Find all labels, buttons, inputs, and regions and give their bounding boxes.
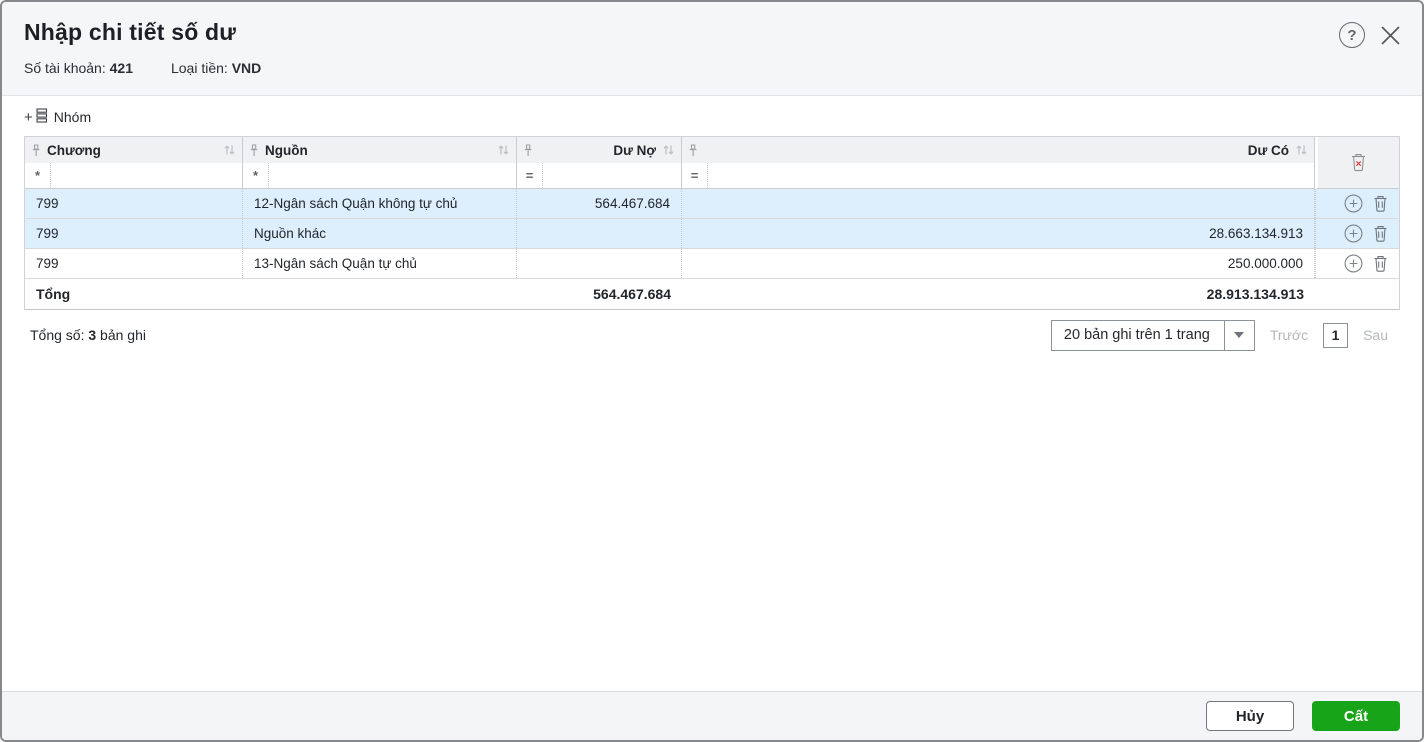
cell-du-no[interactable]: 564.467.684 (517, 189, 682, 218)
save-button[interactable]: Cất (1312, 701, 1400, 731)
filter-cell-chuong: * (25, 163, 243, 188)
dialog-title: Nhập chi tiết số dư (24, 19, 237, 45)
sort-icon[interactable] (497, 144, 510, 156)
cell-nguon[interactable]: 13-Ngân sách Quận tự chủ (243, 249, 517, 278)
cell-du-co[interactable] (682, 189, 1315, 218)
cell-nguon[interactable]: Nguồn khác (243, 219, 517, 248)
column-header-du-co[interactable]: Dư Có (682, 137, 1315, 163)
totals-label: Tổng (36, 286, 71, 302)
group-button-label: Nhóm (53, 109, 92, 125)
cancel-button[interactable]: Hủy (1206, 701, 1294, 731)
cell-du-no[interactable] (517, 219, 682, 248)
filter-input-du-co[interactable] (708, 163, 1314, 188)
page-size-select[interactable]: 20 bản ghi trên 1 trang (1050, 319, 1255, 351)
delete-row-icon[interactable] (1373, 195, 1388, 212)
next-page-button[interactable]: Sau (1363, 327, 1388, 343)
delete-row-icon[interactable] (1373, 255, 1388, 272)
totals-row: Tổng 564.467.684 28.913.134.913 (25, 279, 1399, 310)
sort-icon[interactable] (662, 144, 675, 156)
add-row-icon[interactable] (1344, 254, 1363, 273)
filter-operator[interactable]: = (682, 163, 708, 188)
current-page-input[interactable]: 1 (1323, 322, 1349, 348)
table-row[interactable]: 799 12-Ngân sách Quận không tự chủ 564.4… (25, 189, 1399, 219)
group-button[interactable]: + Nhóm (24, 108, 91, 126)
cell-du-co[interactable]: 28.663.134.913 (682, 219, 1315, 248)
clear-filters-icon[interactable]: × (1315, 137, 1399, 189)
totals-du-co: 28.913.134.913 (1206, 286, 1304, 302)
help-icon[interactable]: ? (1339, 22, 1365, 48)
currency-type: Loại tiền: VND (170, 60, 262, 76)
dialog-header: Nhập chi tiết số dư ? Số tài khoản: 421 … (2, 2, 1422, 96)
column-header-chuong[interactable]: Chương (25, 137, 243, 163)
pin-icon[interactable] (31, 143, 41, 157)
close-icon[interactable] (1379, 24, 1402, 47)
sort-icon[interactable] (1295, 144, 1308, 156)
filter-input-du-no[interactable] (543, 163, 681, 188)
dropdown-arrow-icon[interactable] (1223, 320, 1254, 350)
table-row[interactable]: 799 Nguồn khác 28.663.134.913 (25, 219, 1399, 249)
account-number: Số tài khoản: 421 (24, 60, 133, 76)
pin-icon[interactable] (523, 143, 533, 157)
cell-chuong[interactable]: 799 (25, 219, 243, 248)
cell-du-co[interactable]: 250.000.000 (682, 249, 1315, 278)
sort-icon[interactable] (223, 144, 236, 156)
pin-icon[interactable] (688, 143, 698, 157)
dialog-body: + Nhóm Chương Nguồn Dư Nợ Dư Có * * = = … (2, 96, 1422, 691)
delete-row-icon[interactable] (1373, 225, 1388, 242)
add-row-icon[interactable] (1344, 224, 1363, 243)
pin-icon[interactable] (249, 143, 259, 157)
pagination-bar: Tổng số: 3 bản ghi 20 bản ghi trên 1 tra… (24, 318, 1400, 352)
prev-page-button[interactable]: Trước (1270, 327, 1308, 343)
record-count: Tổng số: 3 bản ghi (30, 327, 146, 343)
cell-chuong[interactable]: 799 (25, 189, 243, 218)
cell-du-no[interactable] (517, 249, 682, 278)
add-row-icon[interactable] (1344, 194, 1363, 213)
cell-nguon[interactable]: 12-Ngân sách Quận không tự chủ (243, 189, 517, 218)
column-header-du-no[interactable]: Dư Nợ (517, 137, 682, 163)
group-icon (36, 108, 48, 126)
svg-text:×: × (1356, 158, 1362, 170)
filter-operator[interactable]: * (243, 163, 269, 188)
cell-chuong[interactable]: 799 (25, 249, 243, 278)
totals-du-no: 564.467.684 (593, 286, 671, 302)
table-row[interactable]: 799 13-Ngân sách Quận tự chủ 250.000.000 (25, 249, 1399, 279)
filter-cell-du-no: = (517, 163, 682, 188)
balance-detail-dialog: Nhập chi tiết số dư ? Số tài khoản: 421 … (0, 0, 1424, 742)
filter-input-nguon[interactable] (269, 163, 516, 188)
column-header-nguon[interactable]: Nguồn (243, 137, 517, 163)
balance-table: Chương Nguồn Dư Nợ Dư Có * * = = × 799 1… (24, 136, 1400, 310)
filter-operator[interactable]: * (25, 163, 51, 188)
filter-cell-du-co: = (682, 163, 1315, 188)
dialog-footer: Hủy Cất (2, 691, 1422, 740)
filter-input-chuong[interactable] (51, 163, 242, 188)
filter-operator[interactable]: = (517, 163, 543, 188)
filter-cell-nguon: * (243, 163, 517, 188)
